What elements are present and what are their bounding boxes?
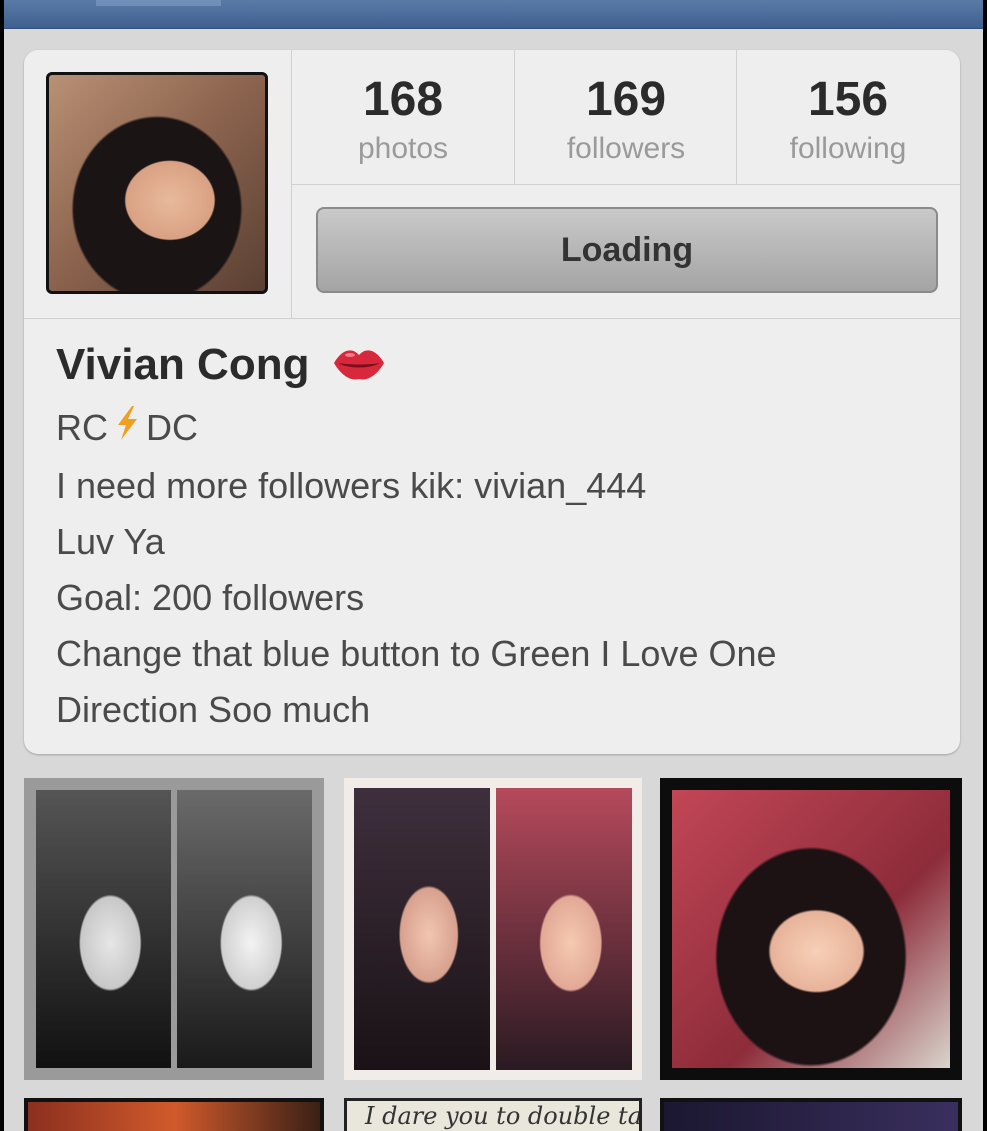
- lightning-bolt-icon: [112, 402, 142, 458]
- bio-line-3: Luv Ya: [56, 521, 165, 563]
- photo-2-image: [354, 788, 632, 1070]
- photo-1-image: [36, 790, 312, 1068]
- grid-photo-4[interactable]: [24, 1098, 324, 1131]
- profile-screen: 168 photos 169 followers 156 following L…: [4, 0, 983, 1131]
- following-label: following: [789, 132, 907, 165]
- following-count: 156: [807, 73, 889, 126]
- photo-5-caption: I dare you to double tap: [365, 1102, 642, 1130]
- lips-icon: [332, 343, 386, 388]
- photo-1-left-panel: [36, 790, 172, 1068]
- nav-highlight: [96, 0, 221, 6]
- followers-label: followers: [566, 132, 686, 165]
- bio-line-6: Direction Soo much: [56, 689, 371, 731]
- bio-line-1-right: DC: [146, 407, 198, 448]
- profile-avatar[interactable]: [46, 72, 268, 294]
- grid-photo-1[interactable]: [24, 778, 324, 1080]
- avatar-cell: [24, 50, 292, 318]
- photo-2-right-panel: [495, 788, 632, 1070]
- bio-line-5: Change that blue button to Green I Love …: [56, 633, 777, 675]
- photos-label: photos: [357, 132, 449, 165]
- followers-count: 169: [585, 73, 667, 126]
- stats-row: 168 photos 169 followers 156 following: [292, 50, 960, 185]
- grid-photo-6[interactable]: [660, 1098, 962, 1131]
- photos-count: 168: [362, 73, 444, 126]
- bio-line-4: Goal: 200 followers: [56, 577, 365, 619]
- header-divider: [24, 318, 960, 319]
- profile-header-card: 168 photos 169 followers 156 following L…: [24, 50, 960, 754]
- photo-3-panel: [672, 790, 950, 1068]
- grid-photo-2[interactable]: [344, 778, 642, 1080]
- profile-name: Vivian Cong: [56, 340, 310, 389]
- bio-line-2: I need more followers kik: vivian_444: [56, 465, 647, 507]
- stat-followers[interactable]: 169 followers: [514, 50, 737, 184]
- photo-1-right-panel: [176, 790, 312, 1068]
- stat-photos[interactable]: 168 photos: [292, 50, 514, 184]
- photo-3-image: [672, 790, 950, 1068]
- grid-photo-3[interactable]: [660, 778, 962, 1080]
- bio-line-1: RC DC: [56, 400, 936, 458]
- name-row: Vivian Cong: [56, 340, 936, 400]
- profile-bio: Vivian Cong RC DC I need more followers k…: [56, 340, 936, 738]
- bio-line-1-left: RC: [56, 407, 108, 448]
- stat-following[interactable]: 156 following: [736, 50, 959, 184]
- follow-loading-button[interactable]: Loading: [316, 207, 938, 293]
- top-navigation-bar: [4, 0, 983, 29]
- photo-2-left-panel: [354, 788, 491, 1070]
- grid-photo-5[interactable]: I dare you to double tap: [344, 1098, 642, 1131]
